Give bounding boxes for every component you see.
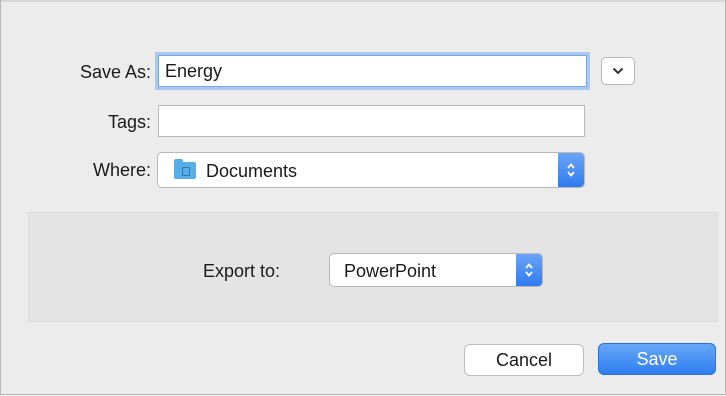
tags-label: Tags:: [107, 112, 151, 132]
expand-dialog-button[interactable]: [601, 57, 635, 85]
where-label: Where:: [92, 160, 151, 180]
export-options-panel: Export to: PowerPoint: [28, 212, 718, 322]
where-popup[interactable]: Documents: [157, 152, 585, 188]
folder-icon: [174, 159, 196, 179]
chevron-down-icon: [612, 67, 624, 75]
export-to-label: Export to:: [203, 261, 281, 281]
export-format-popup[interactable]: PowerPoint: [329, 253, 543, 287]
save-as-input[interactable]: Energy: [158, 55, 587, 87]
tags-input[interactable]: [158, 105, 585, 137]
save-as-value: Energy: [165, 61, 223, 81]
where-value: Documents: [206, 161, 298, 181]
cancel-button[interactable]: Cancel: [464, 344, 584, 376]
save-dialog: Save As: Energy Tags: Where: Documents E…: [0, 0, 726, 395]
save-button[interactable]: Save: [598, 343, 716, 375]
dialog-top-border: [1, 0, 725, 2]
save-as-label: Save As:: [79, 62, 151, 82]
up-down-arrows-icon: [567, 163, 575, 177]
where-stepper: [558, 153, 584, 187]
export-format-stepper: [516, 254, 542, 286]
export-format-value: PowerPoint: [344, 261, 437, 281]
up-down-arrows-icon: [525, 263, 533, 277]
